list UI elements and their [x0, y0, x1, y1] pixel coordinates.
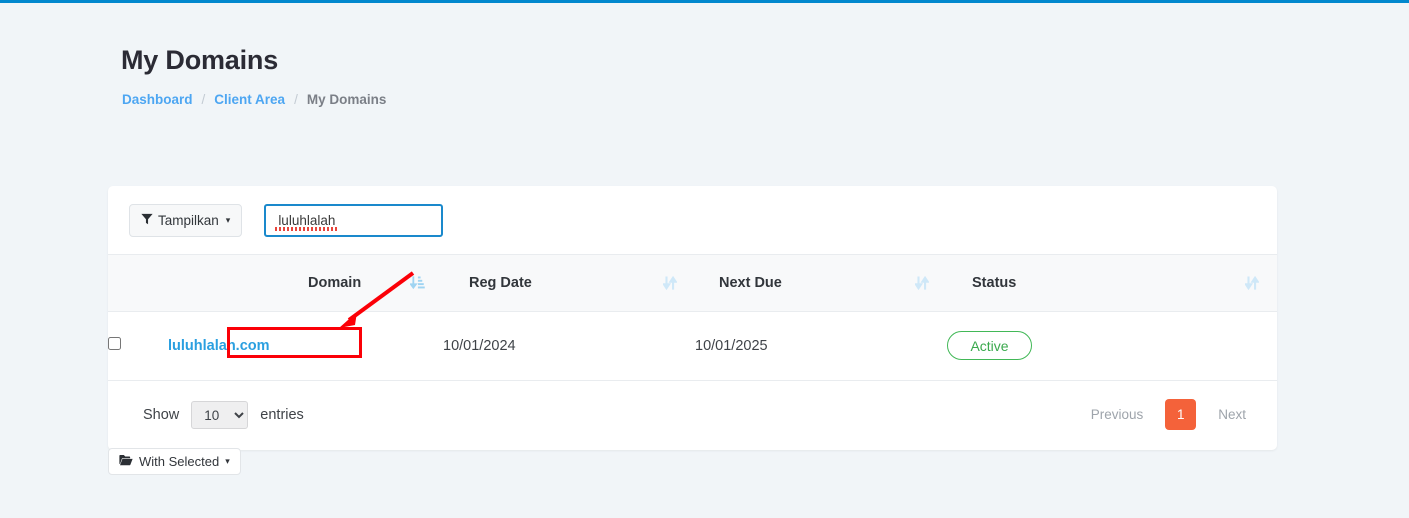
breadcrumb: Dashboard / Client Area / My Domains	[122, 92, 386, 107]
table-toolbar: Tampilkan ▾	[108, 186, 1277, 255]
column-header-next-due[interactable]: Next Due	[695, 255, 947, 312]
column-header-domain[interactable]: Domain	[168, 255, 443, 312]
pagination-next[interactable]: Next	[1205, 398, 1259, 432]
table-body: luluhlalah.com 10/01/2024 10/01/2025 Act…	[108, 311, 1277, 381]
show-label: Show	[143, 407, 180, 423]
table-row: luluhlalah.com 10/01/2024 10/01/2025 Act…	[108, 311, 1277, 381]
table-footer: Show 10 25 50 100 entries Previous 1 Nex…	[108, 381, 1277, 450]
row-status-cell: Active	[947, 311, 1277, 381]
domains-table: Domain Reg Date Next Due Status luluhlal…	[108, 255, 1277, 381]
column-header-reg-date[interactable]: Reg Date	[443, 255, 695, 312]
chevron-down-icon: ▾	[225, 456, 230, 466]
column-header-next-due-label: Next Due	[719, 274, 782, 291]
sort-icon[interactable]	[661, 275, 678, 291]
row-next-due-cell: 10/01/2025	[695, 311, 947, 381]
column-header-select	[108, 255, 168, 312]
breadcrumb-separator: /	[201, 92, 206, 107]
domain-link[interactable]: luluhlalah.com	[168, 338, 270, 354]
column-header-reg-date-label: Reg Date	[469, 274, 532, 291]
status-badge: Active	[947, 331, 1032, 360]
filter-button[interactable]: Tampilkan ▾	[129, 203, 243, 237]
table-head: Domain Reg Date Next Due Status	[108, 255, 1277, 312]
pagination-previous[interactable]: Previous	[1078, 398, 1157, 432]
sort-icon[interactable]	[1243, 275, 1260, 291]
sort-icon[interactable]	[913, 275, 930, 291]
with-selected-button[interactable]: With Selected ▾	[108, 448, 241, 475]
column-header-domain-label: Domain	[308, 274, 362, 291]
row-select-checkbox[interactable]	[108, 337, 121, 350]
page-title: My Domains	[121, 45, 279, 75]
breadcrumb-item-dashboard[interactable]: Dashboard	[122, 92, 193, 107]
breadcrumb-item-my-domains: My Domains	[306, 92, 387, 107]
column-header-status[interactable]: Status	[947, 255, 1277, 312]
row-domain-cell: luluhlalah.com	[168, 311, 443, 381]
row-select-cell	[108, 311, 168, 381]
folder-open-icon	[119, 454, 133, 469]
with-selected-label: With Selected	[139, 454, 220, 469]
breadcrumb-item-client-area[interactable]: Client Area	[214, 92, 285, 107]
column-header-status-label: Status	[972, 274, 1017, 291]
filter-icon	[141, 213, 153, 228]
domains-card: Tampilkan ▾ Domain	[108, 186, 1277, 450]
entries-control: Show 10 25 50 100 entries	[143, 401, 304, 429]
page-content: My Domains Dashboard / Client Area / My …	[0, 3, 1409, 518]
pagination: Previous 1 Next	[1078, 398, 1259, 432]
filter-button-label: Tampilkan	[158, 212, 219, 228]
search-input[interactable]	[264, 203, 444, 237]
chevron-down-icon: ▾	[225, 214, 231, 225]
entries-select[interactable]: 10 25 50 100	[191, 401, 249, 429]
entries-label: entries	[260, 407, 304, 423]
row-reg-date-cell: 10/01/2024	[443, 311, 695, 381]
table-header-row: Domain Reg Date Next Due Status	[108, 255, 1277, 312]
breadcrumb-separator: /	[294, 92, 298, 107]
sort-amount-down-icon[interactable]	[409, 275, 425, 291]
pagination-page-1[interactable]: 1	[1165, 399, 1197, 430]
